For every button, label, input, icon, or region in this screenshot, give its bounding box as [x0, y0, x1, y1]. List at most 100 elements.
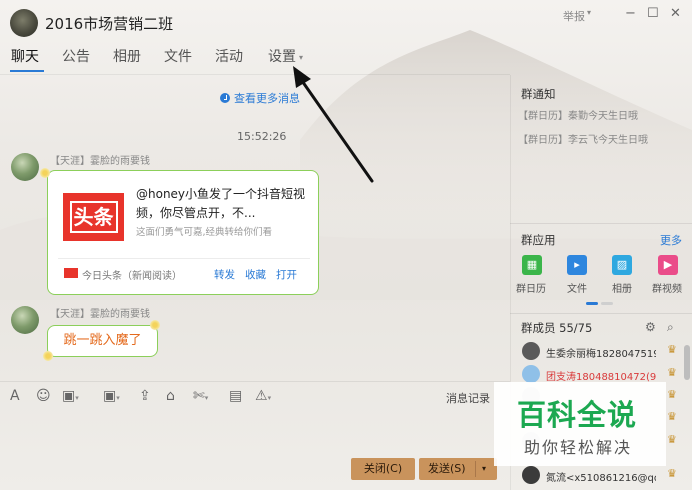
member-manage-icon[interactable]: ⚙ — [645, 320, 656, 334]
app-label[interactable]: 文件 — [567, 280, 587, 295]
group-title: 2016市场营销二班 — [45, 15, 174, 33]
member-row[interactable]: 生委余丽梅18280475195 ♛ — [520, 341, 682, 363]
panel-separator — [510, 313, 692, 314]
toolbar-divider — [0, 381, 510, 382]
chevron-down-icon: ▾ — [204, 394, 209, 402]
more-messages-link[interactable]: 查看更多消息 — [220, 90, 300, 106]
minimize-icon[interactable]: − — [625, 6, 636, 21]
folder-icon[interactable]: ▸ — [567, 255, 587, 275]
screenshot-icon[interactable]: ✄▾ — [193, 388, 208, 404]
avatar — [522, 342, 540, 360]
gift-icon[interactable]: ⌂ — [166, 388, 175, 404]
more-tools-glyph: ⚠ — [255, 388, 268, 404]
app-label[interactable]: 群日历 — [516, 280, 546, 295]
bubble-flower-icon — [40, 168, 50, 178]
more-messages-label: 查看更多消息 — [234, 92, 300, 105]
more-tools-icon[interactable]: ⚠▾ — [255, 388, 271, 404]
app-label[interactable]: 群视频 — [652, 280, 682, 295]
tab-settings[interactable]: 设置 ▾ — [268, 46, 303, 66]
gif-glyph: ▣ — [62, 388, 76, 404]
avatar[interactable] — [11, 153, 39, 181]
member-badge-icon: ♛ — [667, 410, 677, 423]
forward-button[interactable]: 转发 — [214, 267, 235, 282]
member-badge-icon: ♛ — [667, 467, 677, 480]
maximize-icon[interactable]: ☐ — [647, 6, 659, 21]
chevron-down-icon: ▾ — [75, 394, 79, 402]
chevron-down-icon: ▾ — [299, 52, 304, 62]
tab-album[interactable]: 相册 — [113, 46, 141, 66]
close-button[interactable]: 关闭(C) — [351, 458, 415, 480]
card-source: 今日头条（新闻阅读） — [82, 271, 182, 282]
member-badge-icon: ♛ — [667, 433, 677, 446]
search-icon[interactable]: ⌕ — [667, 320, 674, 335]
tab-settings-label: 设置 — [268, 49, 296, 65]
member-badge-icon: ♛ — [667, 388, 677, 401]
bubble-flower-icon — [150, 320, 160, 330]
group-avatar[interactable] — [10, 9, 38, 37]
watermark-slogan: 助你轻松解决 — [524, 438, 633, 457]
scissors-glyph: ✄ — [193, 388, 205, 404]
members-title: 群成员 55/75 — [521, 321, 593, 335]
notice-tag: 【群日历】 — [518, 111, 568, 122]
members-scrollbar[interactable] — [684, 345, 690, 380]
open-button[interactable]: 打开 — [276, 267, 297, 282]
send-options-icon[interactable]: ▾ — [482, 458, 486, 480]
watermark-logo: 百科全说 — [517, 398, 638, 432]
title-bar: 2016市场营销二班 举报 ▾ − ☐ ✕ — [0, 0, 692, 40]
file-icon[interactable]: ▤ — [229, 388, 242, 404]
notice-title: 群通知 — [521, 87, 556, 101]
pager-dot-active[interactable] — [586, 302, 598, 305]
tabs-divider — [0, 74, 510, 75]
app-label[interactable]: 相册 — [612, 280, 632, 295]
report-caret-icon[interactable]: ▾ — [587, 8, 591, 17]
card-thumbnail: 头条 — [63, 193, 124, 241]
apps-more-link[interactable]: 更多 — [660, 232, 682, 248]
member-badge-icon: ♛ — [667, 343, 677, 356]
notice-item[interactable]: 【群日历】秦勤今天生日哦 — [518, 107, 638, 122]
close-icon[interactable]: ✕ — [670, 6, 681, 21]
toutiao-icon — [64, 268, 78, 278]
notice-item[interactable]: 【群日历】李云飞今天生日哦 — [518, 131, 648, 146]
message-history-button[interactable]: 消息记录 — [446, 390, 490, 406]
sender-name[interactable]: 【天涯】霎脸的雨要钱 — [50, 305, 150, 320]
member-name: 生委余丽梅18280475195 — [546, 349, 656, 360]
message-timestamp: 15:52:26 — [237, 130, 287, 143]
clock-icon — [220, 93, 230, 103]
tab-activity[interactable]: 活动 — [215, 46, 243, 66]
panel-separator — [510, 223, 692, 224]
tab-chat[interactable]: 聊天 — [11, 46, 39, 66]
gif-icon[interactable]: ▣▾ — [62, 388, 79, 404]
upload-icon[interactable]: ⇪ — [139, 388, 151, 404]
image-icon[interactable]: ▣▾ — [103, 388, 120, 404]
avatar — [522, 466, 540, 484]
tab-announcement[interactable]: 公告 — [62, 46, 90, 66]
member-name: 氮流<x510861216@qq.c — [546, 473, 656, 484]
sender-name[interactable]: 【天涯】霎脸的雨要钱 — [50, 152, 150, 167]
chevron-down-icon: ▾ — [267, 394, 272, 402]
pager-dot[interactable] — [601, 302, 613, 305]
favorite-button[interactable]: 收藏 — [245, 267, 266, 282]
bubble-flower-icon — [43, 351, 53, 361]
video-icon[interactable]: ▶ — [658, 255, 678, 275]
emoji-icon[interactable]: ☺ — [36, 388, 51, 404]
calendar-icon[interactable]: ▦ — [522, 255, 542, 275]
thumbnail-logo: 头条 — [69, 201, 118, 233]
active-tab-indicator — [10, 70, 44, 72]
shared-link-card[interactable]: 头条 @honey小鱼发了一个抖音短视频，你尽管点开，不... 这面们勇气可嘉,… — [47, 170, 319, 295]
avatar[interactable] — [11, 306, 39, 334]
card-divider — [58, 258, 310, 259]
apps-title: 群应用 — [521, 233, 556, 247]
message-bubble: 跳一跳入魔了 — [47, 325, 158, 357]
notice-text: 李云飞今天生日哦 — [568, 135, 648, 146]
member-badge-icon: ♛ — [667, 366, 677, 379]
tab-files[interactable]: 文件 — [164, 46, 192, 66]
image-glyph: ▣ — [103, 388, 117, 404]
send-button-divider — [475, 461, 476, 477]
chevron-down-icon: ▾ — [116, 394, 120, 402]
photo-icon[interactable]: ▨ — [612, 255, 632, 275]
report-button[interactable]: 举报 — [563, 8, 585, 24]
font-icon[interactable]: A — [10, 388, 20, 404]
app-pager — [586, 302, 614, 305]
member-row[interactable]: 氮流<x510861216@qq.c ♛ — [520, 465, 682, 487]
notice-text: 秦勤今天生日哦 — [568, 111, 638, 122]
